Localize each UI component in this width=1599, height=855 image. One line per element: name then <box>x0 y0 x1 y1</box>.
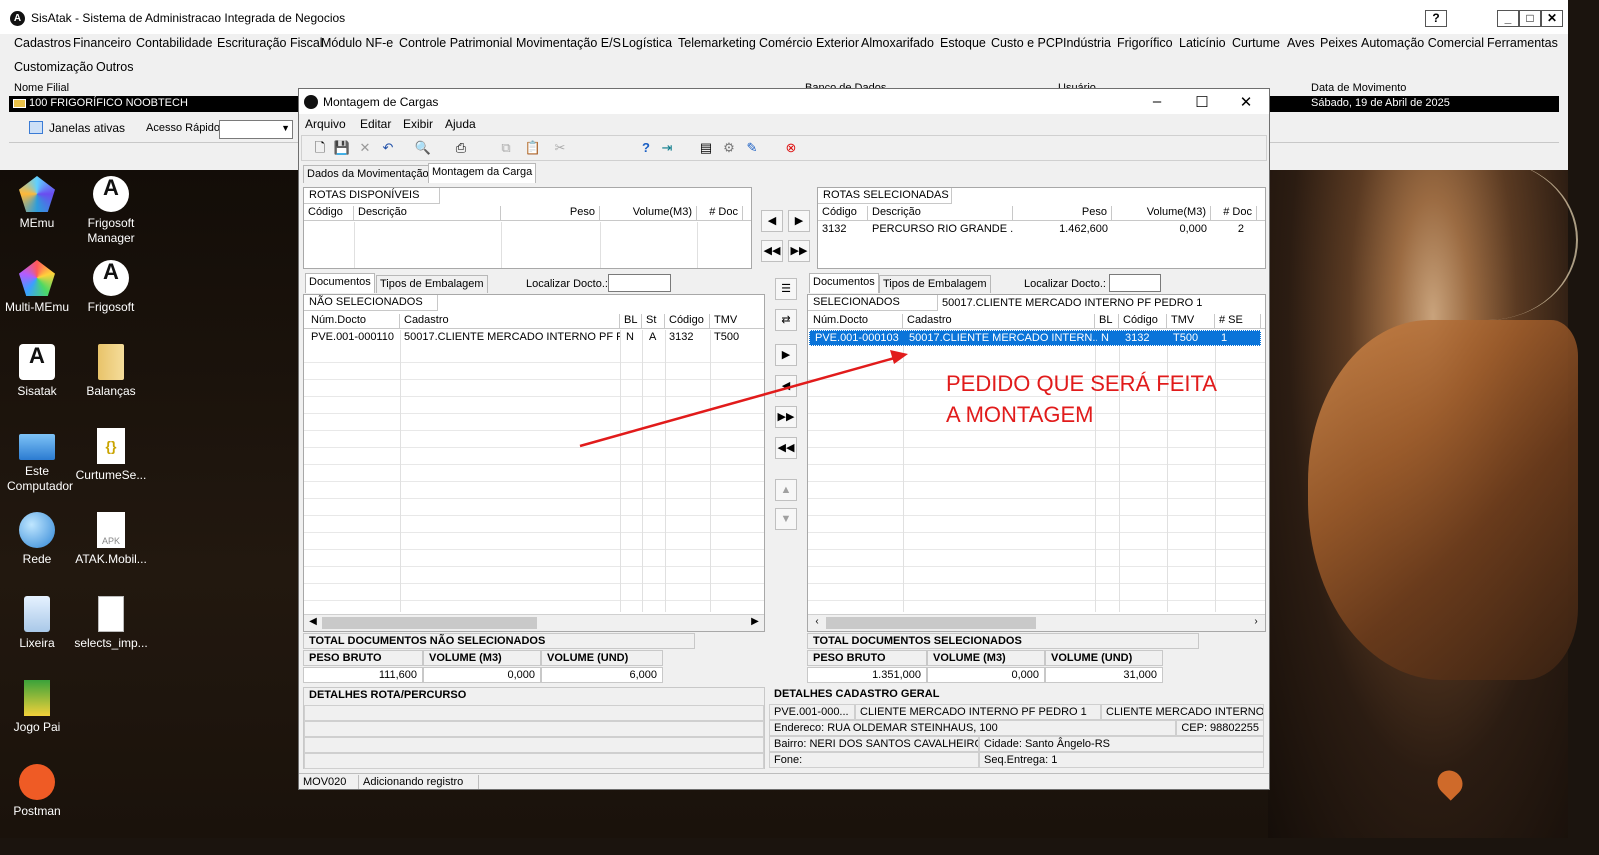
annotation-overlay <box>579 350 908 448</box>
tab-documentos-right[interactable]: Documentos <box>809 273 879 293</box>
annotation-arrow <box>579 355 899 448</box>
annotation-line-2: A MONTAGEM <box>946 402 1094 427</box>
annotation-line-1: PEDIDO QUE SERÁ FEITA <box>946 371 1217 396</box>
tab-documentos-left[interactable]: Documentos <box>305 273 375 293</box>
tab-montagem-carga[interactable]: Montagem da Carga <box>428 163 537 183</box>
annotation-text: PEDIDO QUE SERÁ FEITA A MONTAGEM <box>946 368 1217 430</box>
annotation-arrowhead <box>890 350 908 364</box>
